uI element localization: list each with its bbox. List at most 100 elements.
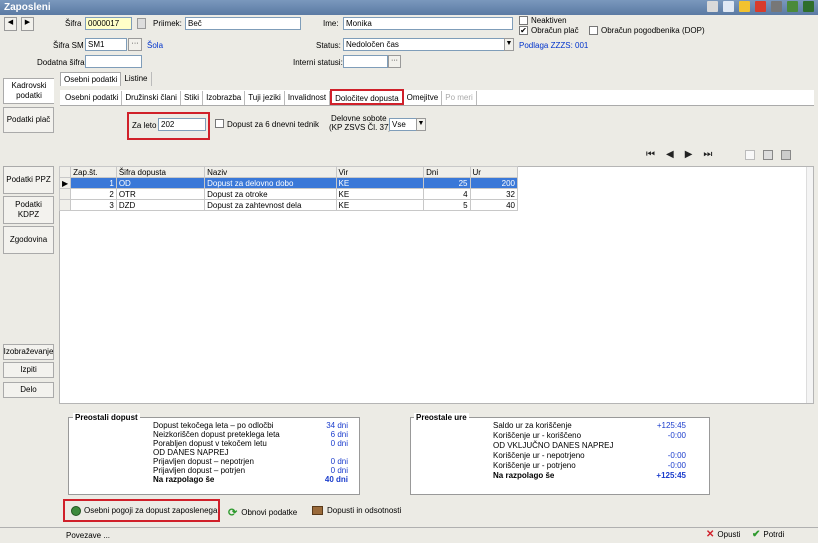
table-header-row: Zap.št. Šifra dopusta Naziv Vir Dni Ur	[58, 166, 519, 178]
column-header[interactable]: Naziv	[204, 166, 337, 178]
cell-vir: KE	[335, 177, 425, 189]
obracun-plac-label: Obračun plač	[531, 26, 579, 35]
obnovi-podatke-button[interactable]: ⟳ Obnovi podatke	[228, 506, 297, 519]
podlaga-zzzs-link[interactable]: Podlaga ZZZS: 001	[519, 41, 588, 50]
cell-sifra: OD	[115, 177, 206, 189]
table-row[interactable]: 3 DZD Dopust za zahtevnost dela KE 5 40	[58, 199, 519, 211]
new-row-icon[interactable]	[745, 150, 755, 160]
delovne-sobote-dropdown-icon[interactable]: ▼	[416, 118, 426, 131]
sifra-sm-lookup-button[interactable]: ···	[128, 38, 142, 51]
first-record-icon[interactable]: ⏮	[646, 149, 655, 160]
sub-tabs: Osebni podatki Družinski člani Stiki Izo…	[62, 89, 477, 105]
cell-dni: 5	[423, 199, 471, 211]
sidebar-item-podatki-plac[interactable]: Podatki plač	[3, 107, 54, 133]
status-select[interactable]: Nedoločen čas	[343, 38, 506, 51]
ime-field[interactable]: Monika	[343, 17, 513, 30]
sidebar-item-delo[interactable]: Delo	[3, 382, 54, 398]
next-record-icon[interactable]: ▶	[685, 149, 693, 160]
tab-druzinski-clani[interactable]: Družinski člani	[122, 91, 181, 105]
column-header[interactable]: Dni	[423, 166, 471, 178]
lookup-icon[interactable]	[137, 18, 146, 29]
print-icon[interactable]	[771, 1, 782, 12]
tab-sub-osebni-podatki[interactable]: Osebni podatki	[62, 91, 123, 105]
tab-omejitve[interactable]: Omejitve	[404, 91, 443, 105]
opusti-button[interactable]: ✕ Opusti	[706, 529, 741, 540]
cell-ur: 40	[469, 199, 519, 211]
sidebar-item-izobrazevanje[interactable]: Izobraževanje	[3, 344, 54, 360]
tab-invalidnost[interactable]: Invalidnost	[285, 91, 331, 105]
tab-tuji-jeziki[interactable]: Tuji jeziki	[245, 91, 285, 105]
preostale-ure-list: Saldo ur za koriščenje +125:45 Koriščenje…	[493, 421, 686, 481]
sifra-sm-link[interactable]: Šola	[147, 41, 163, 50]
star-icon[interactable]	[739, 1, 750, 12]
list-item: Dopust tekočega leta – po odločbi 34 dni	[153, 421, 348, 430]
table-row[interactable]: 2 OTR Dopust za otroke KE 4 32	[58, 188, 519, 200]
interni-statusi-lookup-button[interactable]: ···	[388, 55, 401, 68]
interni-statusi-field[interactable]	[343, 55, 388, 68]
cell-zap: 1	[70, 177, 117, 189]
tab-listine[interactable]: Listine	[121, 72, 152, 86]
sidebar-item-podatki-ppz[interactable]: Podatki PPZ	[3, 166, 54, 194]
priimek-label: Priimek:	[153, 19, 182, 28]
dopust-6-checkbox[interactable]	[215, 119, 224, 128]
column-header[interactable]: Zap.št.	[70, 166, 117, 178]
grid-navigation: ⏮ ◀ ▶ ⏭	[646, 149, 712, 160]
column-header[interactable]: Ur	[469, 166, 519, 178]
sidebar-item-izpiti[interactable]: Izpiti	[3, 362, 54, 378]
list-item: Porabljen dopust v tekočem letu 0 dni	[153, 439, 348, 448]
sidebar-item-kadrovski-podatki[interactable]: Kadrovski podatki	[3, 78, 54, 104]
dodatna-sifra-field[interactable]	[85, 55, 142, 68]
cell-zap: 2	[70, 188, 117, 200]
tab-izobrazba[interactable]: Izobrazba	[203, 91, 246, 105]
tab-stiki[interactable]: Stiki	[181, 91, 204, 105]
sifra-sm-field[interactable]: SM1	[85, 38, 127, 51]
pdf-icon[interactable]	[755, 1, 766, 12]
cell-zap: 3	[70, 199, 117, 211]
tab-po-meri[interactable]: Po meri	[442, 91, 477, 105]
cancel-icon: ✕	[706, 529, 715, 540]
sidebar-item-zgodovina[interactable]: Zgodovina	[3, 226, 54, 254]
column-header[interactable]: Vir	[335, 166, 425, 178]
status-dropdown-icon[interactable]: ▼	[504, 38, 514, 51]
obracun-pogodbenika-checkbox[interactable]	[589, 26, 598, 35]
obracun-plac-checkbox[interactable]: ✔	[519, 26, 528, 35]
edit-row-icon[interactable]	[763, 150, 773, 160]
edit-icon[interactable]	[707, 1, 718, 12]
priimek-field[interactable]: Beč	[185, 17, 301, 30]
table-row[interactable]: ▶ 1 OD Dopust za delovno dobo KE 25 200	[58, 177, 519, 189]
prev-record-button[interactable]: ◀	[4, 17, 17, 31]
potrdi-button[interactable]: ✔ Potrdi	[752, 529, 784, 540]
sifra-field[interactable]: 0000017	[85, 17, 132, 30]
help-icon[interactable]	[803, 1, 814, 12]
vertical-scrollbar[interactable]	[806, 167, 813, 403]
next-record-button[interactable]: ▶	[21, 17, 34, 31]
delovne-sobote-select[interactable]: Vse	[389, 118, 419, 131]
cell-dni: 4	[423, 188, 471, 200]
person-icon	[71, 505, 81, 516]
cell-naziv: Dopust za zahtevnost dela	[204, 199, 337, 211]
tab-osebni-podatki[interactable]: Osebni podatki	[60, 72, 122, 86]
refresh-icon: ⟳	[228, 507, 238, 519]
obracun-pogodbenika-label: Obračun pogodbenika (DOP)	[601, 26, 705, 35]
neaktiven-checkbox[interactable]	[519, 16, 528, 25]
list-item: Prijavljen dopust – potrjen 0 dni	[153, 466, 348, 475]
list-item: Na razpolago še +125:45	[493, 471, 686, 480]
sidebar-item-podatki-kdpz[interactable]: Podatki KDPZ	[3, 196, 54, 224]
osebni-pogoji-button[interactable]: Osebni pogoji za dopust zaposlenega	[63, 499, 220, 522]
povezave-link[interactable]: Povezave ...	[66, 531, 110, 540]
prev-record-icon[interactable]: ◀	[666, 149, 674, 160]
column-header[interactable]: Šifra dopusta	[115, 166, 206, 178]
settings-icon[interactable]	[787, 1, 798, 12]
tab-dolocitev-dopusta[interactable]: Določitev dopusta	[330, 89, 404, 105]
delete-row-icon[interactable]	[781, 150, 791, 160]
za-leto-field[interactable]: 202	[158, 118, 206, 131]
ime-label: Ime:	[323, 19, 339, 28]
dodatna-sifra-label: Dodatna šifra:	[37, 58, 87, 67]
dopusti-odsotnosti-button[interactable]: Dopusti in odsotnosti	[312, 506, 401, 515]
status-bar	[0, 527, 818, 543]
last-record-icon[interactable]: ⏭	[703, 149, 712, 160]
copy-icon[interactable]	[723, 1, 734, 12]
interni-statusi-label: Interni statusi:	[293, 58, 343, 67]
titlebar-toolbar	[707, 1, 814, 12]
preostali-dopust-list: Dopust tekočega leta – po odločbi 34 dni …	[153, 421, 348, 485]
